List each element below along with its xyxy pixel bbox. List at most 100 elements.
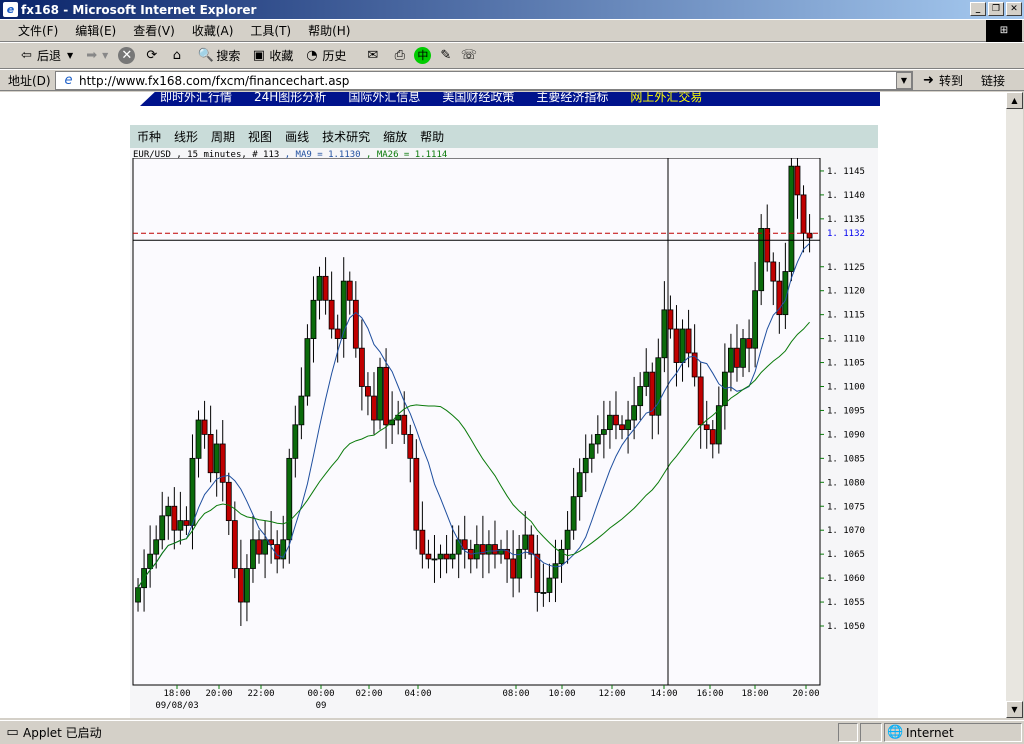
x-tick-label: 18:00 [163,689,190,699]
back-button[interactable]: ⇦ 后退 ▼ [18,47,73,64]
address-dropdown[interactable]: ▼ [896,72,912,89]
scroll-up-button[interactable]: ▲ [1006,92,1023,109]
candle-body [201,419,208,435]
candle-body [231,520,238,569]
chart-menu-view[interactable]: 视图 [248,128,272,145]
candle-body [449,553,456,560]
links-button[interactable]: 链接 [981,72,1005,89]
maximize-button[interactable]: ❐ [988,2,1004,16]
nav-item[interactable]: 美国财经政策 [442,92,514,106]
x-tick-date-label: 09/08/03 [155,701,198,711]
menu-file[interactable]: 文件(F) [18,22,58,39]
search-button[interactable]: 🔍 搜索 [197,47,241,64]
home-icon[interactable]: ⌂ [168,47,185,64]
minimize-button[interactable]: _ [970,2,986,16]
y-tick-label: 1. 1050 [827,622,865,632]
chinese-ime-icon[interactable]: 中 [414,47,432,64]
candle-body [165,505,172,517]
address-label: 地址(D) [8,73,51,88]
menu-favorites[interactable]: 收藏(A) [192,22,234,39]
y-tick-label: 1. 1140 [827,191,865,201]
candle-body [552,563,559,579]
candle-body [619,424,625,431]
address-input[interactable]: e http://www.fx168.com/fxcm/financechart… [55,71,913,90]
candle-body [770,261,777,282]
chart-menu: 币种 线形 周期 视图 画线 技术研究 缩放 帮助 [130,125,878,148]
x-tick-date-label: 09 [316,701,327,711]
history-button[interactable]: ◔ 历史 [303,47,346,64]
candle-body [334,328,341,340]
candle-body [383,366,389,426]
windows-logo: ⊞ [986,20,1022,42]
chart-menu-period[interactable]: 周期 [211,128,235,145]
vertical-scrollbar[interactable]: ▲ ▼ [1006,92,1023,718]
candle-body [800,194,807,234]
candle-body [607,414,613,431]
chart-menu-help[interactable]: 帮助 [420,128,444,145]
mail-icon[interactable]: ✉ [364,47,381,64]
candle-body [788,165,795,272]
candle-body [600,429,607,435]
current-price-label: 1. 1132 [827,229,865,239]
refresh-icon[interactable]: ⟳ [143,47,160,64]
candle-body [147,553,154,569]
forward-button[interactable]: ➡ ▼ [83,47,108,64]
candle-body [419,529,426,555]
chart-menu-linetype[interactable]: 线形 [174,128,198,145]
y-tick-label: 1. 1065 [827,550,865,560]
candle-body [135,587,141,603]
chart-applet[interactable]: 币种 线形 周期 视图 画线 技术研究 缩放 帮助 EUR/USD , 15 m… [130,125,878,718]
candle-body [631,405,638,421]
candle-body [183,520,190,526]
nav-item[interactable]: 网上外汇交易 [630,92,702,106]
candle-body [377,366,383,421]
candle-body [746,338,752,349]
window-title: fx168 - Microsoft Internet Explorer [21,2,257,17]
candle-body [752,290,759,349]
candle-body [564,529,571,550]
page-icon: e [64,73,73,88]
candle-body [806,232,813,239]
nav-item[interactable]: 国际外汇信息 [348,92,420,106]
messenger-icon[interactable]: ☏ [460,47,477,64]
y-tick-label: 1. 1105 [827,359,865,369]
candle-body [655,357,662,416]
scroll-down-button[interactable]: ▼ [1006,701,1023,718]
chart-menu-currency[interactable]: 币种 [137,128,161,145]
menu-view[interactable]: 查看(V) [133,22,175,39]
candle-body [286,457,293,541]
candle-body [673,328,680,363]
stop-icon[interactable]: ✕ [118,47,136,64]
nav-item[interactable]: 即时外汇行情 [160,92,232,106]
close-button[interactable]: ✕ [1006,2,1022,16]
favorites-button[interactable]: ▣ 收藏 [250,47,294,64]
page-content: 即时外汇行情 24H图形分析 国际外汇信息 美国财经政策 主要经济指标 网上外汇… [0,92,1006,718]
candle-body [431,558,438,561]
menu-help[interactable]: 帮助(H) [308,22,350,39]
menu-edit[interactable]: 编辑(E) [75,22,116,39]
y-tick-label: 1. 1085 [827,454,865,464]
ie-icon: e [3,2,18,17]
chart-menu-zoom[interactable]: 缩放 [383,128,407,145]
go-button[interactable]: ➜ 转到 [920,72,963,89]
candle-body [189,457,196,526]
nav-item[interactable]: 24H图形分析 [254,92,326,106]
chart-menu-studies[interactable]: 技术研究 [322,128,370,145]
candle-body [292,424,299,459]
candle-body [709,429,716,445]
candle-body [534,553,541,593]
candle-body [274,544,281,560]
candle-body [473,544,480,560]
edit-icon[interactable]: ✎ [437,47,454,64]
x-tick-label: 14:00 [650,689,677,699]
nav-item[interactable]: 主要经济指标 [536,92,608,106]
chart-menu-draw[interactable]: 画线 [285,128,309,145]
print-icon[interactable]: ⎙ [391,47,408,64]
candle-body [407,433,414,459]
candle-body [177,520,184,531]
candle-body [679,328,686,363]
menu-tools[interactable]: 工具(T) [250,22,291,39]
address-bar: 地址(D) e http://www.fx168.com/fxcm/financ… [0,69,1024,91]
candlestick-chart[interactable]: 1. 1050 1. 1055 1. 1060 1. 1065 1. 1070 1. 10… [130,158,878,718]
candle-body [588,443,595,459]
